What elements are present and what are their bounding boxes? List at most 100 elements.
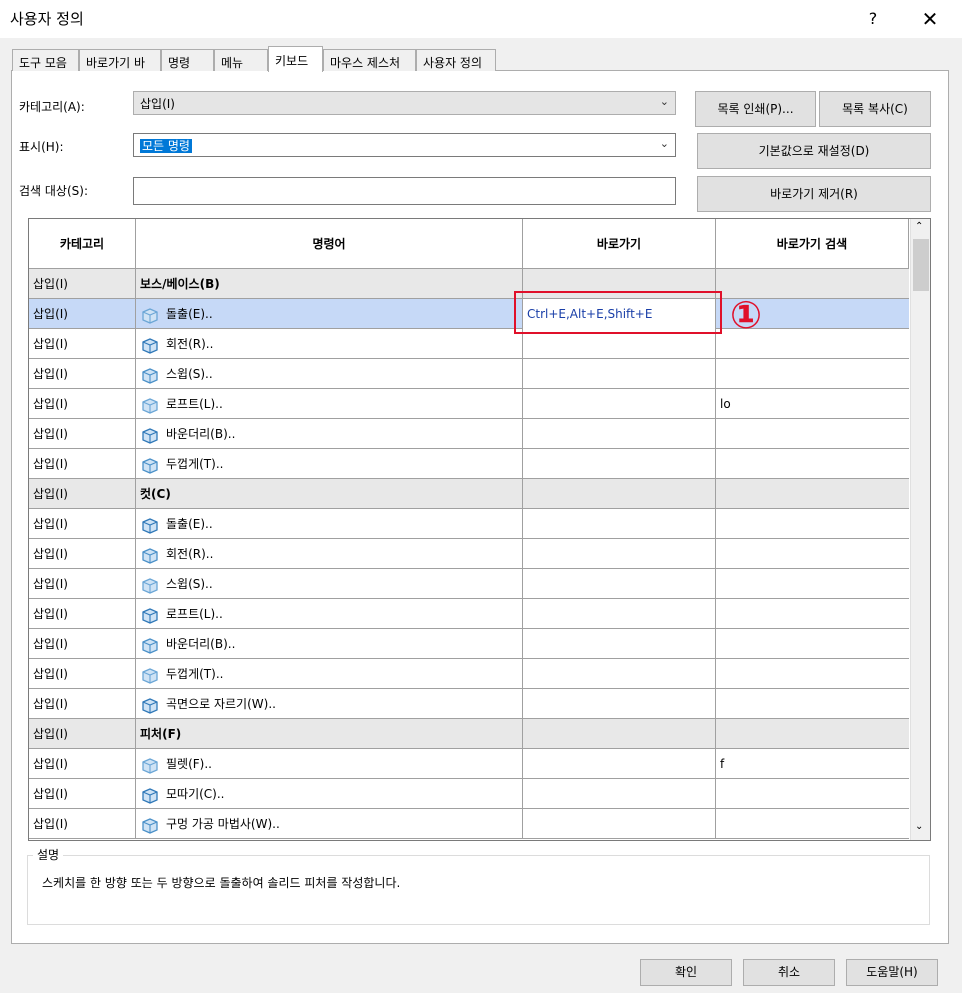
shortcut-search-cell: [716, 509, 909, 539]
help-footer-button[interactable]: 도움말(H): [846, 959, 938, 986]
command-cell: 바운더리(B)..: [136, 629, 523, 659]
tab-keyboard[interactable]: 키보드: [268, 46, 323, 72]
remove-shortcut-button[interactable]: 바로가기 제거(R): [697, 176, 931, 212]
command-label: 필렛(F)..: [166, 757, 212, 771]
command-label: 바운더리(B)..: [166, 427, 236, 441]
shortcut-cell: [523, 719, 716, 749]
cancel-button[interactable]: 취소: [743, 959, 835, 986]
shortcut-cell[interactable]: [523, 689, 716, 719]
ok-button[interactable]: 확인: [640, 959, 732, 986]
description-box: 스케치를 한 방향 또는 두 방향으로 돌출하여 솔리드 피처를 작성합니다.: [27, 855, 930, 925]
shortcut-cell[interactable]: [523, 389, 716, 419]
description-text: 스케치를 한 방향 또는 두 방향으로 돌출하여 솔리드 피처를 작성합니다.: [42, 876, 401, 890]
search-input[interactable]: [133, 177, 676, 205]
tab-customize[interactable]: 사용자 정의: [416, 49, 496, 71]
category-cell: 삽입(I): [29, 569, 136, 599]
shortcut-cell[interactable]: [523, 539, 716, 569]
category-dropdown[interactable]: 삽입(I) ⌄: [133, 91, 676, 115]
shortcut-cell[interactable]: [523, 629, 716, 659]
sweep-boss-icon: [140, 366, 160, 384]
extrude-boss-icon: [140, 306, 160, 324]
command-label: 구멍 가공 마법사(W)..: [166, 817, 280, 831]
tab-menus[interactable]: 메뉴: [214, 49, 268, 71]
table-row[interactable]: 삽입(I) 스윕(S)..: [29, 359, 909, 389]
command-label: 로프트(L)..: [166, 607, 223, 621]
category-cell: 삽입(I): [29, 629, 136, 659]
header-shortcut-search[interactable]: 바로가기 검색: [716, 219, 909, 269]
hole-wizard-icon: [140, 816, 160, 834]
command-label: 피처(F): [140, 727, 182, 741]
help-button[interactable]: ?: [858, 4, 888, 34]
table-row[interactable]: 삽입(I) 두껍게(T)..: [29, 449, 909, 479]
table-row[interactable]: 삽입(I) 곡면으로 자르기(W)..: [29, 689, 909, 719]
scrollbar-thumb[interactable]: [913, 239, 929, 291]
tab-mouse-gestures[interactable]: 마우스 제스처: [323, 49, 416, 71]
description-label: 설명: [33, 846, 64, 863]
extrude-cut-icon: [140, 516, 160, 534]
shortcut-search-cell: [716, 599, 909, 629]
command-label: 스윕(S)..: [166, 577, 213, 591]
shortcut-cell[interactable]: [523, 749, 716, 779]
command-label: 바운더리(B)..: [166, 637, 236, 651]
shortcut-cell[interactable]: [523, 659, 716, 689]
table-row[interactable]: 삽입(I) 돌출(E)..: [29, 509, 909, 539]
print-list-button[interactable]: 목록 인쇄(P)...: [695, 91, 816, 127]
table-group-row[interactable]: 삽입(I) 컷(C): [29, 479, 909, 509]
shortcut-cell[interactable]: [523, 809, 716, 839]
shortcut-search-cell: [716, 779, 909, 809]
table-row[interactable]: 삽입(I) 스윕(S)..: [29, 569, 909, 599]
command-cell: 보스/베이스(B): [136, 269, 523, 299]
category-cell: 삽입(I): [29, 299, 136, 329]
table-row[interactable]: 삽입(I) 바운더리(B)..: [29, 629, 909, 659]
window-title: 사용자 정의: [10, 10, 84, 28]
shortcut-cell[interactable]: [523, 419, 716, 449]
shortcut-search-cell: [716, 359, 909, 389]
shortcut-search-cell: f: [720, 757, 725, 771]
table-row[interactable]: 삽입(I) 필렛(F).. f: [29, 749, 909, 779]
shortcut-search-cell: [716, 569, 909, 599]
command-cell: 곡면으로 자르기(W)..: [136, 689, 523, 719]
command-label: 두껍게(T)..: [166, 457, 224, 471]
table-row[interactable]: 삽입(I) 돌출(E).. Ctrl+E,Alt+E,Shift+E: [29, 299, 909, 329]
revolve-boss-icon: [140, 336, 160, 354]
command-cell: 바운더리(B)..: [136, 419, 523, 449]
table-group-row[interactable]: 삽입(I) 피처(F): [29, 719, 909, 749]
table-group-row[interactable]: 삽입(I) 보스/베이스(B): [29, 269, 909, 299]
shortcut-cell[interactable]: [523, 359, 716, 389]
table-row[interactable]: 삽입(I) 로프트(L)..: [29, 599, 909, 629]
table-row[interactable]: 삽입(I) 두껍게(T)..: [29, 659, 909, 689]
header-command[interactable]: 명령어: [136, 219, 523, 269]
header-shortcut[interactable]: 바로가기: [523, 219, 716, 269]
table-row[interactable]: 삽입(I) 모따기(C)..: [29, 779, 909, 809]
tab-toolbars[interactable]: 도구 모음: [12, 49, 79, 71]
header-category[interactable]: 카테고리: [29, 219, 136, 269]
command-label: 돌출(E)..: [166, 517, 213, 531]
shortcut-cell[interactable]: [523, 599, 716, 629]
category-cell: 삽입(I): [29, 749, 136, 779]
command-label: 보스/베이스(B): [140, 277, 220, 291]
show-dropdown[interactable]: 모든 명령 ⌄: [133, 133, 676, 157]
shortcut-search-cell: [716, 809, 909, 839]
table-row[interactable]: 삽입(I) 바운더리(B)..: [29, 419, 909, 449]
category-value: 삽입(I): [140, 97, 175, 111]
close-button[interactable]: ✕: [910, 4, 950, 34]
scroll-up-icon[interactable]: ⌃: [915, 221, 923, 232]
shortcut-cell: [523, 479, 716, 509]
shortcut-cell[interactable]: [523, 569, 716, 599]
scroll-down-icon[interactable]: ⌄: [915, 821, 923, 832]
command-cell: 돌출(E)..: [136, 509, 523, 539]
tab-commands[interactable]: 명령: [161, 49, 214, 71]
reset-defaults-button[interactable]: 기본값으로 재설정(D): [697, 133, 931, 169]
shortcut-cell[interactable]: [523, 449, 716, 479]
shortcut-cell[interactable]: [523, 779, 716, 809]
table-row[interactable]: 삽입(I) 회전(R)..: [29, 329, 909, 359]
tab-shortcut-bar[interactable]: 바로가기 바: [79, 49, 161, 71]
copy-list-button[interactable]: 목록 복사(C): [819, 91, 931, 127]
command-cell: 회전(R)..: [136, 539, 523, 569]
table-row[interactable]: 삽입(I) 구멍 가공 마법사(W)..: [29, 809, 909, 839]
vertical-scrollbar[interactable]: ⌃ ⌄: [910, 219, 930, 840]
table-row[interactable]: 삽입(I) 로프트(L).. lo: [29, 389, 909, 419]
table-row[interactable]: 삽입(I) 회전(R)..: [29, 539, 909, 569]
shortcut-cell[interactable]: [523, 509, 716, 539]
shortcut-search-cell: [716, 539, 909, 569]
